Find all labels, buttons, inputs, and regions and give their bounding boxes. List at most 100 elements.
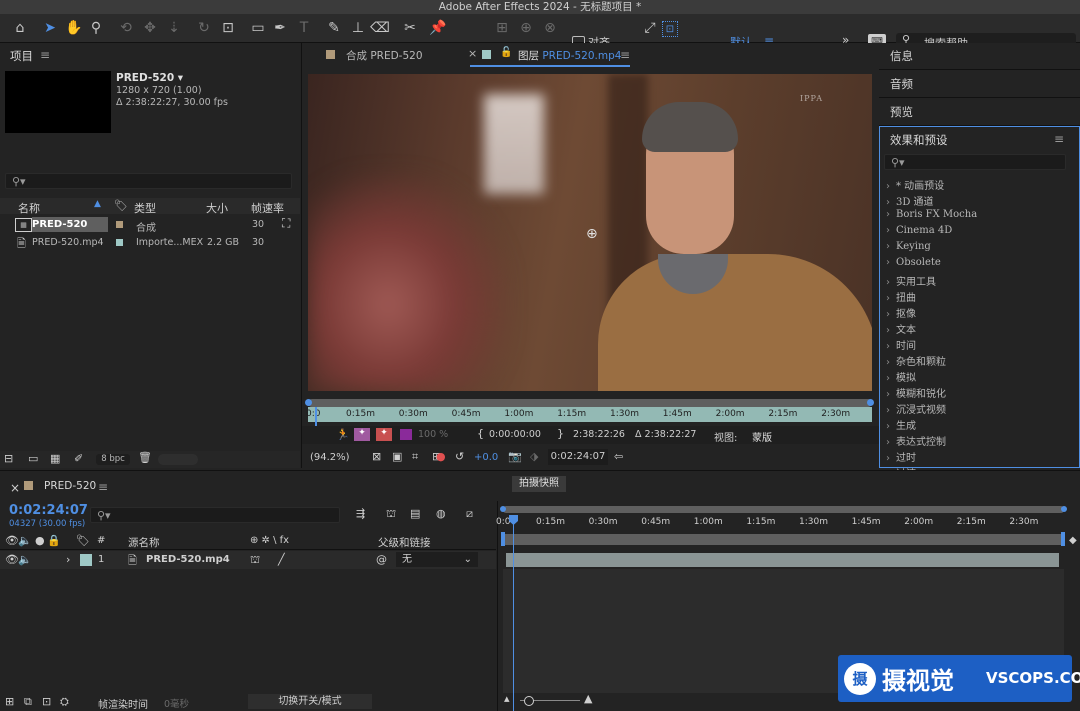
puppet-pin-icon[interactable]: 📌 [428, 18, 448, 38]
axis-local-icon[interactable]: ⊞ [492, 18, 512, 38]
toggle-modes-icon[interactable]: ⧉ [24, 695, 32, 709]
anchor-tool-icon[interactable]: ⊡ [218, 18, 238, 38]
effects-menu-icon[interactable]: ≡ [1054, 132, 1064, 146]
expand-layer-icon[interactable]: › [66, 553, 70, 566]
refine-edge-toggle-icon[interactable]: ✦ [376, 428, 392, 441]
label-color-swatch[interactable] [116, 239, 123, 246]
comp-flowchart-icon[interactable]: ⇶ [356, 507, 365, 520]
close-tab-icon[interactable]: × [468, 47, 477, 60]
effects-category-item[interactable]: › 模拟 [886, 369, 916, 384]
effects-category-item[interactable]: › Keying [886, 241, 931, 252]
layer-label-swatch[interactable] [80, 554, 92, 566]
project-row[interactable]: ▦ PRED-520 合成 30 ⛶ [0, 216, 300, 234]
project-panel-title[interactable]: 项目 [10, 48, 33, 64]
effects-category-item[interactable]: › 3D 通道 [886, 193, 934, 208]
interpret-footage-icon[interactable]: ⊟ [4, 452, 13, 465]
flowchart-icon[interactable]: ⛶ [282, 216, 290, 231]
magnification-select[interactable]: (94.2%) [310, 452, 350, 463]
project-menu-icon[interactable]: ≡ [40, 48, 50, 62]
col-size[interactable]: 大小 [206, 200, 228, 216]
new-composition-icon[interactable]: ▦ [50, 452, 60, 465]
type-tool-icon[interactable]: T [294, 18, 314, 38]
puppet-icon[interactable]: 🏃 [336, 428, 350, 441]
timeline-search-input[interactable]: ⚲▾ [90, 507, 340, 523]
rotate-tool-icon[interactable]: ↻ [194, 18, 214, 38]
eraser-tool-icon[interactable]: ⌫ [370, 18, 390, 38]
graph-editor-icon[interactable]: ⧄ [466, 507, 473, 521]
project-row[interactable]: 🗎 PRED-520.mp4 Importe...MEX 2.2 GB 30 [0, 234, 300, 251]
open-timeline-icon[interactable]: ⇦ [614, 450, 623, 463]
trash-icon[interactable]: 🗑 [138, 451, 152, 464]
toggle-render-time-icon[interactable]: ⛭ [60, 695, 69, 709]
col-fps[interactable]: 帧速率 [251, 200, 284, 216]
solo-icon[interactable]: ● [35, 534, 45, 547]
layer-duration-track[interactable]: 0:0 0:15m 0:30m 0:45m 1:00m 1:15m 1:30m 1:45m 2:… [306, 407, 872, 422]
out-point-icon[interactable]: } [557, 427, 564, 440]
exposure-value[interactable]: +0.0 [474, 452, 498, 463]
adjust-project-icon[interactable]: ✐ [74, 452, 83, 465]
video-toggle-icon[interactable]: 👁 [5, 553, 19, 566]
axis-world-icon[interactable]: ⊕ [516, 18, 536, 38]
quality-switch-icon[interactable]: ╱ [278, 553, 285, 566]
safe-margins-icon[interactable]: ⊠ [372, 450, 381, 463]
work-area-start[interactable] [501, 532, 505, 546]
zoom-tool-icon[interactable]: ⚲ [86, 18, 106, 38]
dolly-camera-icon[interactable]: ⇣ [164, 18, 184, 38]
comp-marker-icon[interactable]: ◆ [1069, 535, 1077, 546]
current-time-indicator[interactable] [315, 407, 317, 427]
timeline-menu-icon[interactable]: ≡ [98, 480, 108, 494]
sort-ascending-icon[interactable]: ▲ [94, 199, 101, 209]
roto-brush-icon[interactable]: ✂ [400, 18, 420, 38]
snap-option-icon[interactable]: ⤢ [640, 18, 660, 38]
toggle-in-out-icon[interactable]: ⊡ [42, 695, 51, 708]
shy-layers-icon[interactable]: ⛫ [386, 507, 396, 522]
effects-category-item[interactable]: › 时间 [886, 337, 916, 352]
selection-tool-icon[interactable]: ➤ [40, 18, 60, 38]
in-point-icon[interactable]: { [477, 427, 484, 440]
overlay-opacity[interactable]: 100 % [418, 429, 448, 440]
color-channels-icon[interactable]: ● [436, 450, 446, 463]
effects-category-item[interactable]: › 文本 [886, 321, 916, 336]
effects-category-item[interactable]: › * 动画预设 [886, 177, 944, 192]
parent-select[interactable]: 无 ⌄ [396, 552, 478, 567]
rectangle-tool-icon[interactable]: ▭ [248, 18, 268, 38]
preview-panel-tab[interactable]: 预览 [879, 98, 1080, 126]
mask-visibility-icon[interactable]: ▣ [392, 450, 402, 463]
work-area-bar[interactable] [503, 534, 1064, 545]
work-area-navigator[interactable] [503, 506, 1064, 513]
tab-composition[interactable]: 合成 PRED-520 [346, 48, 423, 63]
effects-category-item[interactable]: › Cinema 4D [886, 225, 952, 236]
shy-switch-icon[interactable]: ⛫ [250, 553, 260, 568]
effects-category-item[interactable]: › 过时 [886, 449, 916, 464]
effects-search-input[interactable]: ⚲▾ [884, 154, 1066, 170]
orbit-camera-icon[interactable]: ⟲ [116, 18, 136, 38]
info-panel-tab[interactable]: 信息 [879, 43, 1080, 70]
layer-duration-bar[interactable] [506, 553, 1059, 567]
effects-category-item[interactable]: › 扭曲 [886, 289, 916, 304]
show-snapshot-icon[interactable]: ⬗ [530, 450, 538, 463]
video-frame[interactable]: ⊕ IPPA [308, 74, 872, 391]
audio-panel-tab[interactable]: 音频 [879, 70, 1080, 98]
effects-category-item[interactable]: › Boris FX Mocha [886, 209, 977, 220]
viewer-menu-icon[interactable]: ≡ [620, 48, 630, 62]
zoom-slider[interactable]: ▴ ▲ [500, 692, 600, 709]
close-tab-icon[interactable]: × [10, 481, 20, 495]
time-navigator-bar[interactable] [308, 399, 872, 407]
home-icon[interactable]: ⌂ [10, 18, 30, 38]
frame-blending-icon[interactable]: ▤ [410, 507, 420, 520]
project-search-input[interactable]: ⚲▾ [5, 173, 292, 189]
roto-brush-toggle-icon[interactable]: ✦ [354, 428, 370, 441]
label-tag-icon[interactable]: 🏷 [76, 534, 90, 547]
in-point-time[interactable]: 0:00:00:00 [489, 429, 541, 440]
axis-view-icon[interactable]: ⊗ [540, 18, 560, 38]
label-tag-icon[interactable]: 🏷 [114, 199, 128, 212]
effects-category-item[interactable]: › 生成 [886, 417, 916, 432]
col-type[interactable]: 类型 [134, 200, 156, 216]
navigator-start-handle[interactable] [305, 399, 312, 406]
region-of-interest-icon[interactable]: ⌗ [412, 450, 418, 464]
hand-tool-icon[interactable]: ✋ [64, 18, 84, 38]
lock-icon[interactable]: 🔓 [500, 47, 512, 58]
toggle-switches-icon[interactable]: ⊞ [5, 695, 14, 708]
navigator-end-handle[interactable] [1061, 506, 1067, 512]
project-item-name[interactable]: PRED-520 [32, 217, 108, 232]
